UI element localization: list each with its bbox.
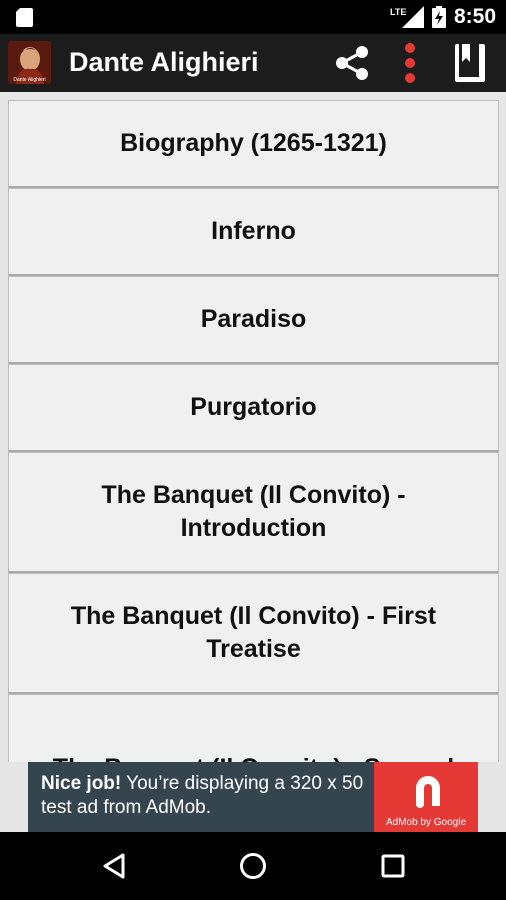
dante-portrait-icon: Dante Alighieri — [8, 41, 51, 84]
recents-button[interactable] — [375, 848, 411, 884]
share-button[interactable] — [330, 34, 374, 92]
admob-badge[interactable]: AdMob by Google — [374, 762, 478, 832]
list-item-purgatorio[interactable]: Purgatorio — [8, 364, 499, 452]
overflow-menu-button[interactable] — [395, 34, 425, 92]
status-bar: LTE 8:50 — [0, 0, 506, 34]
content-area: Biography (1265-1321) Inferno Paradiso P… — [0, 92, 506, 762]
menu-list: Biography (1265-1321) Inferno Paradiso P… — [8, 100, 499, 762]
ad-text: Nice job! You’re displaying a 320 x 50 t… — [41, 772, 371, 820]
list-item-label: Biography (1265-1321) — [120, 129, 387, 157]
list-item-label: Paradiso — [200, 305, 307, 333]
recents-square-icon — [381, 854, 405, 878]
ad-banner[interactable]: Nice job! You’re displaying a 320 x 50 t… — [28, 762, 478, 832]
system-nav-bar — [0, 832, 506, 900]
list-item-label: Inferno — [211, 217, 296, 245]
list-item-label: The Banquet (Il Convito) - Introduction — [101, 481, 406, 542]
list-item-inferno[interactable]: Inferno — [8, 188, 499, 276]
list-item-label: Purgatorio — [190, 393, 317, 421]
list-item-label: The Banquet (Il Convito) - First Treatis… — [70, 602, 437, 663]
home-button[interactable] — [235, 848, 271, 884]
list-item-biography[interactable]: Biography (1265-1321) — [8, 100, 499, 188]
list-item-banquet-second[interactable]: The Banquet (Il Convito) - Second — [8, 694, 499, 762]
list-item-paradiso[interactable]: Paradiso — [8, 276, 499, 364]
network-type-label: LTE — [390, 7, 406, 17]
ad-headline: Nice job! — [41, 773, 122, 794]
bookmark-icon — [455, 44, 485, 82]
home-circle-icon — [240, 853, 266, 879]
admob-logo-icon — [416, 776, 440, 808]
app-logo[interactable]: Dante Alighieri — [8, 41, 51, 84]
more-vert-icon — [405, 43, 415, 83]
app-title: Dante Alighieri — [69, 47, 259, 77]
back-button[interactable] — [96, 848, 132, 884]
sd-card-icon — [16, 8, 33, 27]
logo-caption: Dante Alighieri — [13, 77, 45, 83]
share-icon — [336, 46, 368, 80]
list-item-banquet-introduction[interactable]: The Banquet (Il Convito) - Introduction — [8, 452, 499, 573]
list-item-label: The Banquet (Il Convito) - Second — [53, 752, 454, 762]
list-item-banquet-first-treatise[interactable]: The Banquet (Il Convito) - First Treatis… — [8, 573, 499, 694]
lte-signal-icon: LTE — [390, 6, 424, 28]
bookmark-button[interactable] — [450, 34, 490, 92]
battery-charging-icon — [431, 6, 446, 28]
ad-badge-label: AdMob by Google — [385, 817, 467, 828]
back-triangle-icon — [103, 853, 125, 879]
status-time: 8:50 — [453, 5, 496, 28]
app-bar: Dante Alighieri Dante Alighieri — [0, 34, 506, 92]
